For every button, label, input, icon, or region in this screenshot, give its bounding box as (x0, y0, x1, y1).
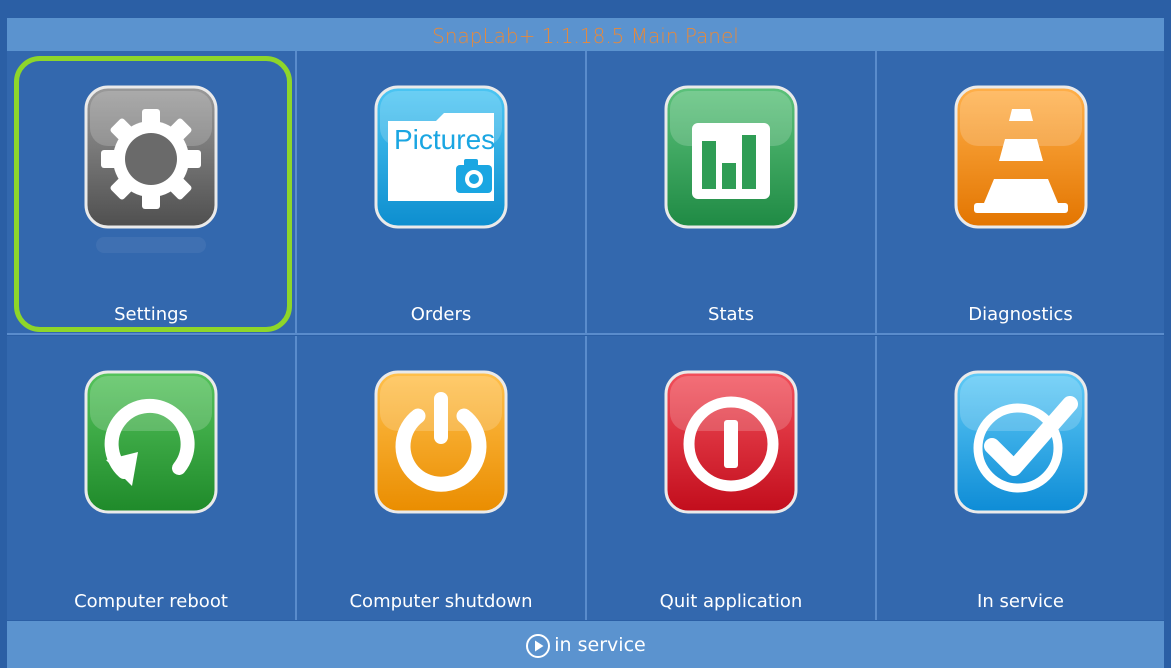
computer-reboot-tile[interactable]: Computer reboot (7, 336, 297, 620)
service-status-text: in service (554, 634, 646, 656)
diagnostics-tile[interactable]: Diagnostics (877, 51, 1164, 335)
computer-shutdown-tile[interactable]: Computer shutdown (297, 336, 587, 620)
bar-chart-icon (656, 79, 806, 259)
checkmark-icon (946, 364, 1096, 544)
power-icon (366, 364, 516, 544)
selection-outline (14, 56, 292, 332)
folder-text: Pictures (394, 124, 495, 155)
quit-application-label: Quit application (659, 591, 803, 612)
main-panel: SnapLab+ 1.1.18.5 Main Panel Settings Pi… (0, 0, 1171, 668)
computer-shutdown-label: Computer shutdown (349, 591, 533, 612)
service-status[interactable]: in service (7, 632, 1164, 659)
diagnostics-label: Diagnostics (968, 304, 1073, 325)
orders-label: Orders (410, 304, 472, 325)
pictures-folder-icon: Pictures (366, 79, 516, 259)
in-service-label: In service (977, 591, 1064, 612)
stats-label: Stats (708, 304, 754, 325)
stats-tile[interactable]: Stats (587, 51, 877, 335)
window-title: SnapLab+ 1.1.18.5 Main Panel (7, 18, 1164, 51)
orders-tile[interactable]: Pictures Orders (297, 51, 587, 335)
stop-icon (656, 364, 806, 544)
play-circle-icon (526, 633, 551, 658)
refresh-icon (76, 364, 226, 544)
status-bar: in service (7, 621, 1164, 668)
traffic-cone-icon (946, 79, 1096, 259)
computer-reboot-label: Computer reboot (74, 591, 228, 612)
quit-application-tile[interactable]: Quit application (587, 336, 877, 620)
in-service-tile[interactable]: In service (877, 336, 1164, 620)
